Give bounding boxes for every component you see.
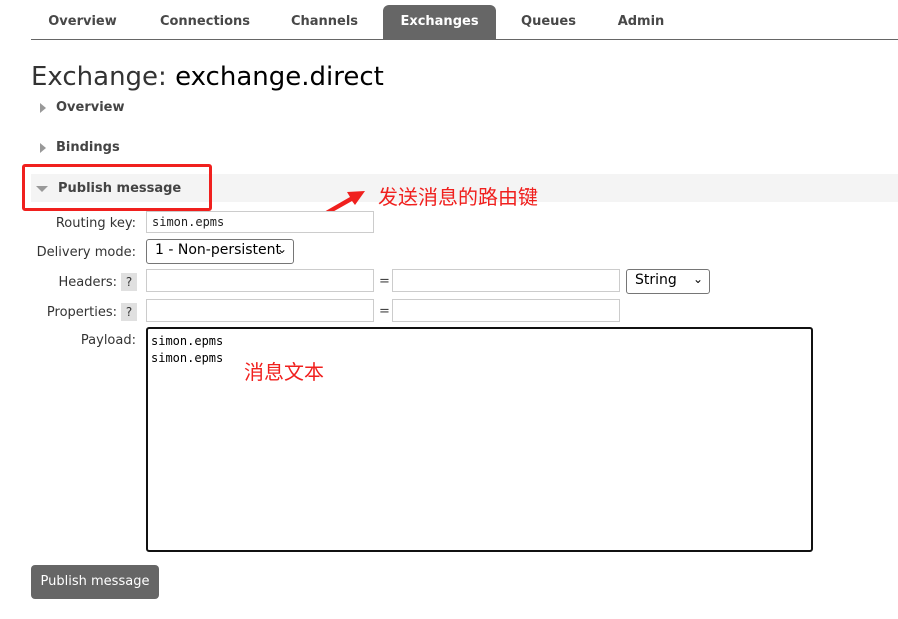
tab-admin[interactable]: Admin	[601, 5, 681, 39]
payload-annotation: 消息文本	[244, 360, 324, 384]
title-prefix: Exchange:	[31, 62, 167, 92]
property-key-input[interactable]	[146, 299, 374, 322]
delivery-mode-select[interactable]: 1 - Non-persistent ⌄	[146, 239, 294, 264]
payload-label: Payload:	[80, 333, 136, 348]
routing-key-annotation: 发送消息的路由键	[378, 185, 538, 209]
caret-right-icon	[40, 142, 46, 153]
header-type-value: String	[635, 272, 677, 288]
header-value-input[interactable]	[392, 269, 620, 292]
headers-help-icon[interactable]: ?	[121, 273, 137, 291]
equals-sign: =	[379, 304, 390, 319]
tab-exchanges[interactable]: Exchanges	[383, 5, 496, 39]
chevron-down-icon: ⌄	[276, 242, 287, 256]
section-label: Overview	[56, 100, 125, 115]
headers-label: Headers:	[58, 275, 118, 290]
delivery-mode-value: 1 - Non-persistent	[155, 242, 282, 258]
caret-right-icon	[40, 102, 46, 113]
section-overview-toggle[interactable]: Overview	[40, 100, 125, 115]
header-key-input[interactable]	[146, 269, 374, 292]
chevron-down-icon: ⌄	[692, 272, 703, 286]
page-title: Exchange: exchange.direct	[31, 62, 384, 92]
tab-connections[interactable]: Connections	[144, 5, 266, 39]
section-bindings-toggle[interactable]: Bindings	[40, 140, 120, 155]
property-value-input[interactable]	[392, 299, 620, 322]
tab-queues[interactable]: Queues	[506, 5, 591, 39]
highlight-box	[22, 164, 212, 211]
tab-channels[interactable]: Channels	[276, 5, 373, 39]
tab-overview[interactable]: Overview	[31, 5, 134, 39]
routing-key-input[interactable]: simon.epms	[146, 211, 374, 233]
section-label: Bindings	[56, 140, 120, 155]
top-nav: Overview Connections Channels Exchanges …	[31, 5, 898, 40]
delivery-mode-label: Delivery mode:	[36, 245, 136, 260]
equals-sign: =	[379, 274, 390, 289]
properties-label: Properties:	[46, 305, 117, 320]
properties-help-icon[interactable]: ?	[121, 303, 137, 321]
routing-key-label: Routing key:	[55, 216, 136, 231]
publish-message-button[interactable]: Publish message	[31, 565, 159, 599]
header-type-select[interactable]: String ⌄	[626, 269, 710, 294]
exchange-name: exchange.direct	[175, 62, 384, 92]
